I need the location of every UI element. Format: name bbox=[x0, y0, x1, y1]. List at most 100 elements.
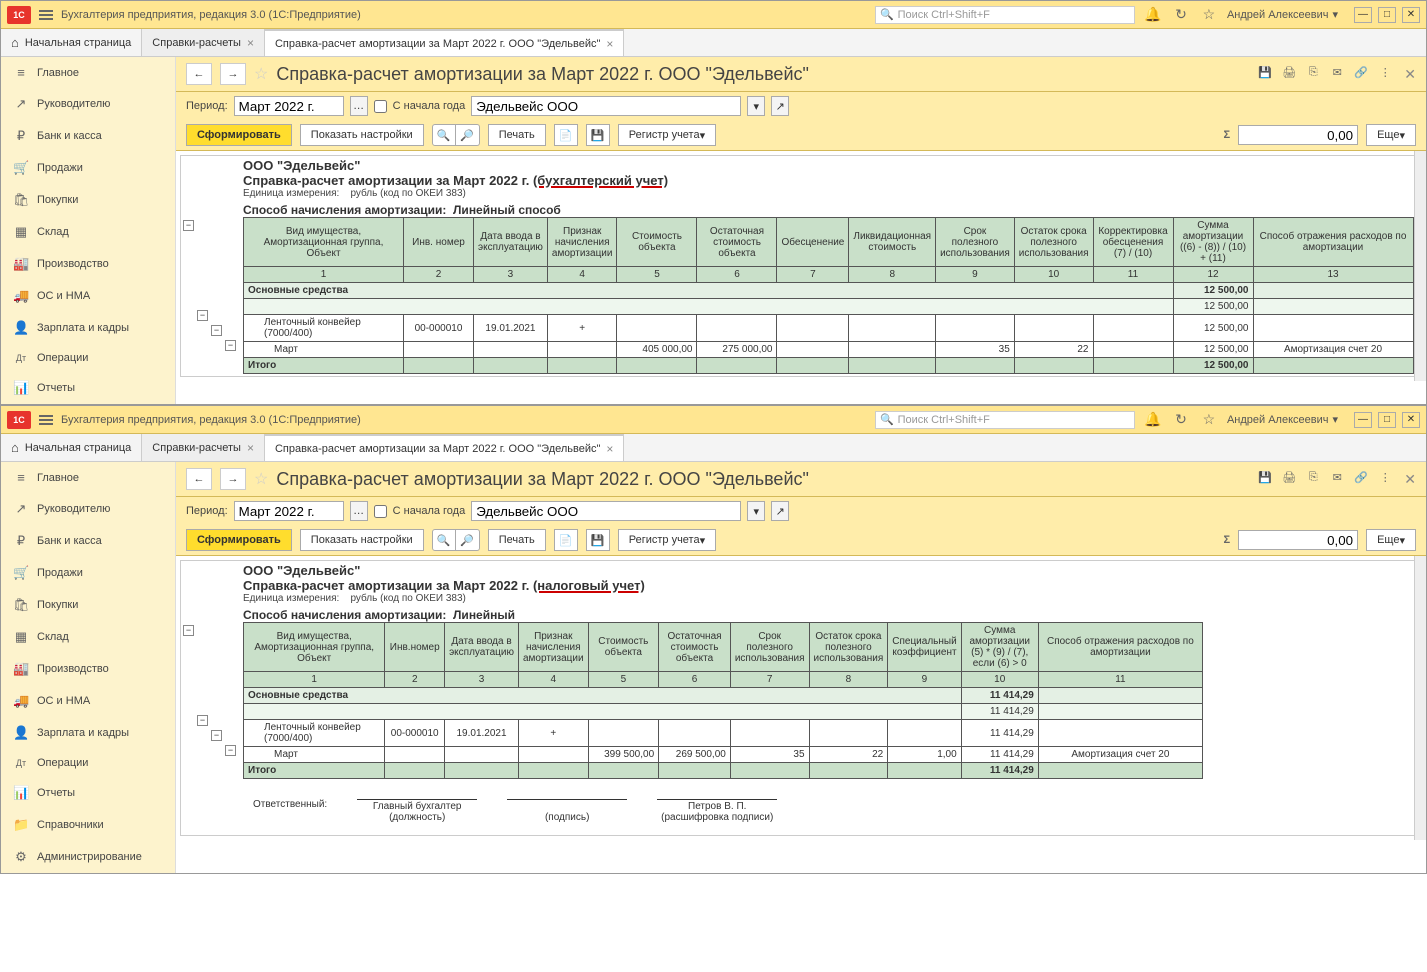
back-button[interactable]: ← bbox=[186, 468, 212, 490]
sidebar-item-reports[interactable]: 📊Отчеты bbox=[1, 372, 175, 404]
close-icon[interactable]: × bbox=[606, 442, 613, 456]
print-button[interactable]: Печать bbox=[488, 529, 546, 551]
close-icon[interactable]: × bbox=[606, 37, 613, 51]
history-icon[interactable]: ↻ bbox=[1171, 410, 1191, 430]
close-button[interactable]: ✕ bbox=[1402, 7, 1420, 23]
sidebar-item-sales[interactable]: 🛒Продажи bbox=[1, 152, 175, 184]
show-settings-button[interactable]: Показать настройки bbox=[300, 529, 424, 551]
tree-collapse[interactable]: − bbox=[211, 325, 222, 336]
bell-icon[interactable]: 🔔 bbox=[1143, 5, 1163, 25]
bell-icon[interactable]: 🔔 bbox=[1143, 410, 1163, 430]
tree-collapse[interactable]: − bbox=[183, 625, 194, 636]
more-button[interactable]: Еще ▾ bbox=[1366, 529, 1416, 551]
close-tab-button[interactable]: ✕ bbox=[1404, 471, 1416, 488]
print-button[interactable]: Печать bbox=[488, 124, 546, 146]
preview-button[interactable]: 📄 bbox=[554, 529, 578, 551]
sidebar-item-operations[interactable]: ДтОперации bbox=[1, 344, 175, 372]
save-report-button[interactable]: 💾 bbox=[586, 124, 610, 146]
close-tab-button[interactable]: ✕ bbox=[1404, 66, 1416, 83]
close-icon[interactable]: × bbox=[247, 36, 254, 50]
user-menu[interactable]: Андрей Алексеевич▾ bbox=[1227, 413, 1338, 426]
sum-field[interactable] bbox=[1238, 125, 1358, 145]
organization-input[interactable] bbox=[471, 501, 741, 521]
scrollbar[interactable] bbox=[1414, 151, 1426, 381]
sidebar-item-warehouse[interactable]: ▦Склад bbox=[1, 216, 175, 248]
menu-icon[interactable] bbox=[39, 10, 53, 20]
tree-collapse[interactable]: − bbox=[197, 715, 208, 726]
sidebar-item-assets[interactable]: 🚚ОС и НМА bbox=[1, 280, 175, 312]
sidebar-item-purchases[interactable]: 🛍Покупки bbox=[1, 589, 175, 621]
scrollbar[interactable] bbox=[1414, 556, 1426, 840]
back-button[interactable]: ← bbox=[186, 63, 212, 85]
find-next-button[interactable]: 🔎 bbox=[456, 124, 480, 146]
global-search[interactable]: 🔍Поиск Ctrl+Shift+F bbox=[875, 411, 1135, 429]
email-icon[interactable]: ✉ bbox=[1328, 66, 1346, 83]
find-button[interactable]: 🔍 bbox=[432, 124, 456, 146]
tab-spravki[interactable]: Справки-расчеты× bbox=[142, 434, 265, 461]
close-icon[interactable]: × bbox=[247, 441, 254, 455]
sidebar-item-operations[interactable]: ДтОперации bbox=[1, 749, 175, 777]
sidebar-item-manager[interactable]: ↗Руководителю bbox=[1, 493, 175, 525]
period-picker-button[interactable]: … bbox=[350, 96, 368, 116]
tree-collapse[interactable]: − bbox=[225, 340, 236, 351]
more-button[interactable]: Еще ▾ bbox=[1366, 124, 1416, 146]
link-icon[interactable]: 🔗 bbox=[1352, 66, 1370, 83]
history-icon[interactable]: ↻ bbox=[1171, 5, 1191, 25]
more-icon[interactable]: ⋮ bbox=[1376, 471, 1394, 488]
save-report-button[interactable]: 💾 bbox=[586, 529, 610, 551]
favorite-button[interactable]: ☆ bbox=[254, 469, 268, 489]
period-picker-button[interactable]: … bbox=[350, 501, 368, 521]
sidebar-item-production[interactable]: 🏭Производство bbox=[1, 653, 175, 685]
favorite-button[interactable]: ☆ bbox=[254, 64, 268, 84]
tree-collapse[interactable]: − bbox=[183, 220, 194, 231]
forward-button[interactable]: → bbox=[220, 468, 246, 490]
sidebar-item-salary[interactable]: 👤Зарплата и кадры bbox=[1, 717, 175, 749]
menu-icon[interactable] bbox=[39, 415, 53, 425]
sidebar-item-purchases[interactable]: 🛍Покупки bbox=[1, 184, 175, 216]
sidebar-item-sales[interactable]: 🛒Продажи bbox=[1, 557, 175, 589]
sum-field[interactable] bbox=[1238, 530, 1358, 550]
tree-collapse[interactable]: − bbox=[225, 745, 236, 756]
generate-button[interactable]: Сформировать bbox=[186, 529, 292, 551]
save-icon[interactable]: 💾 bbox=[1256, 471, 1274, 488]
tab-report[interactable]: Справка-расчет амортизации за Март 2022 … bbox=[265, 434, 624, 461]
show-settings-button[interactable]: Показать настройки bbox=[300, 124, 424, 146]
sidebar-item-assets[interactable]: 🚚ОС и НМА bbox=[1, 685, 175, 717]
tab-spravki[interactable]: Справки-расчеты× bbox=[142, 29, 265, 56]
org-open-button[interactable]: ↗ bbox=[771, 96, 789, 116]
sidebar-item-bank[interactable]: ₽Банк и касса bbox=[1, 120, 175, 152]
from-start-checkbox[interactable] bbox=[374, 100, 387, 113]
sidebar-item-bank[interactable]: ₽Банк и касса bbox=[1, 525, 175, 557]
tab-home[interactable]: ⌂Начальная страница bbox=[1, 434, 142, 461]
maximize-button[interactable]: □ bbox=[1378, 412, 1396, 428]
global-search[interactable]: 🔍 Поиск Ctrl+Shift+F bbox=[875, 6, 1135, 24]
org-dropdown-button[interactable]: ▾ bbox=[747, 96, 765, 116]
print-icon[interactable]: 🖨 bbox=[1280, 66, 1298, 83]
tab-home[interactable]: ⌂Начальная страница bbox=[1, 29, 142, 56]
export-icon[interactable]: ⎘ bbox=[1304, 66, 1322, 83]
period-input[interactable] bbox=[234, 501, 344, 521]
print-icon[interactable]: 🖨 bbox=[1280, 471, 1298, 488]
find-next-button[interactable]: 🔎 bbox=[456, 529, 480, 551]
sidebar-item-catalogs[interactable]: 📁Справочники bbox=[1, 809, 175, 841]
maximize-button[interactable]: □ bbox=[1378, 7, 1396, 23]
forward-button[interactable]: → bbox=[220, 63, 246, 85]
generate-button[interactable]: Сформировать bbox=[186, 124, 292, 146]
close-button[interactable]: ✕ bbox=[1402, 412, 1420, 428]
more-icon[interactable]: ⋮ bbox=[1376, 66, 1394, 83]
user-menu[interactable]: Андрей Алексеевич▾ bbox=[1227, 8, 1338, 21]
period-input[interactable] bbox=[234, 96, 344, 116]
register-button[interactable]: Регистр учета ▾ bbox=[618, 124, 716, 146]
tree-collapse[interactable]: − bbox=[197, 310, 208, 321]
star-icon[interactable]: ☆ bbox=[1199, 5, 1219, 25]
export-icon[interactable]: ⎘ bbox=[1304, 471, 1322, 488]
sidebar-item-production[interactable]: 🏭Производство bbox=[1, 248, 175, 280]
preview-button[interactable]: 📄 bbox=[554, 124, 578, 146]
sidebar-item-warehouse[interactable]: ▦Склад bbox=[1, 621, 175, 653]
find-button[interactable]: 🔍 bbox=[432, 529, 456, 551]
star-icon[interactable]: ☆ bbox=[1199, 410, 1219, 430]
sidebar-item-manager[interactable]: ↗Руководителю bbox=[1, 88, 175, 120]
organization-input[interactable] bbox=[471, 96, 741, 116]
minimize-button[interactable]: — bbox=[1354, 7, 1372, 23]
tab-report[interactable]: Справка-расчет амортизации за Март 2022 … bbox=[265, 29, 624, 56]
